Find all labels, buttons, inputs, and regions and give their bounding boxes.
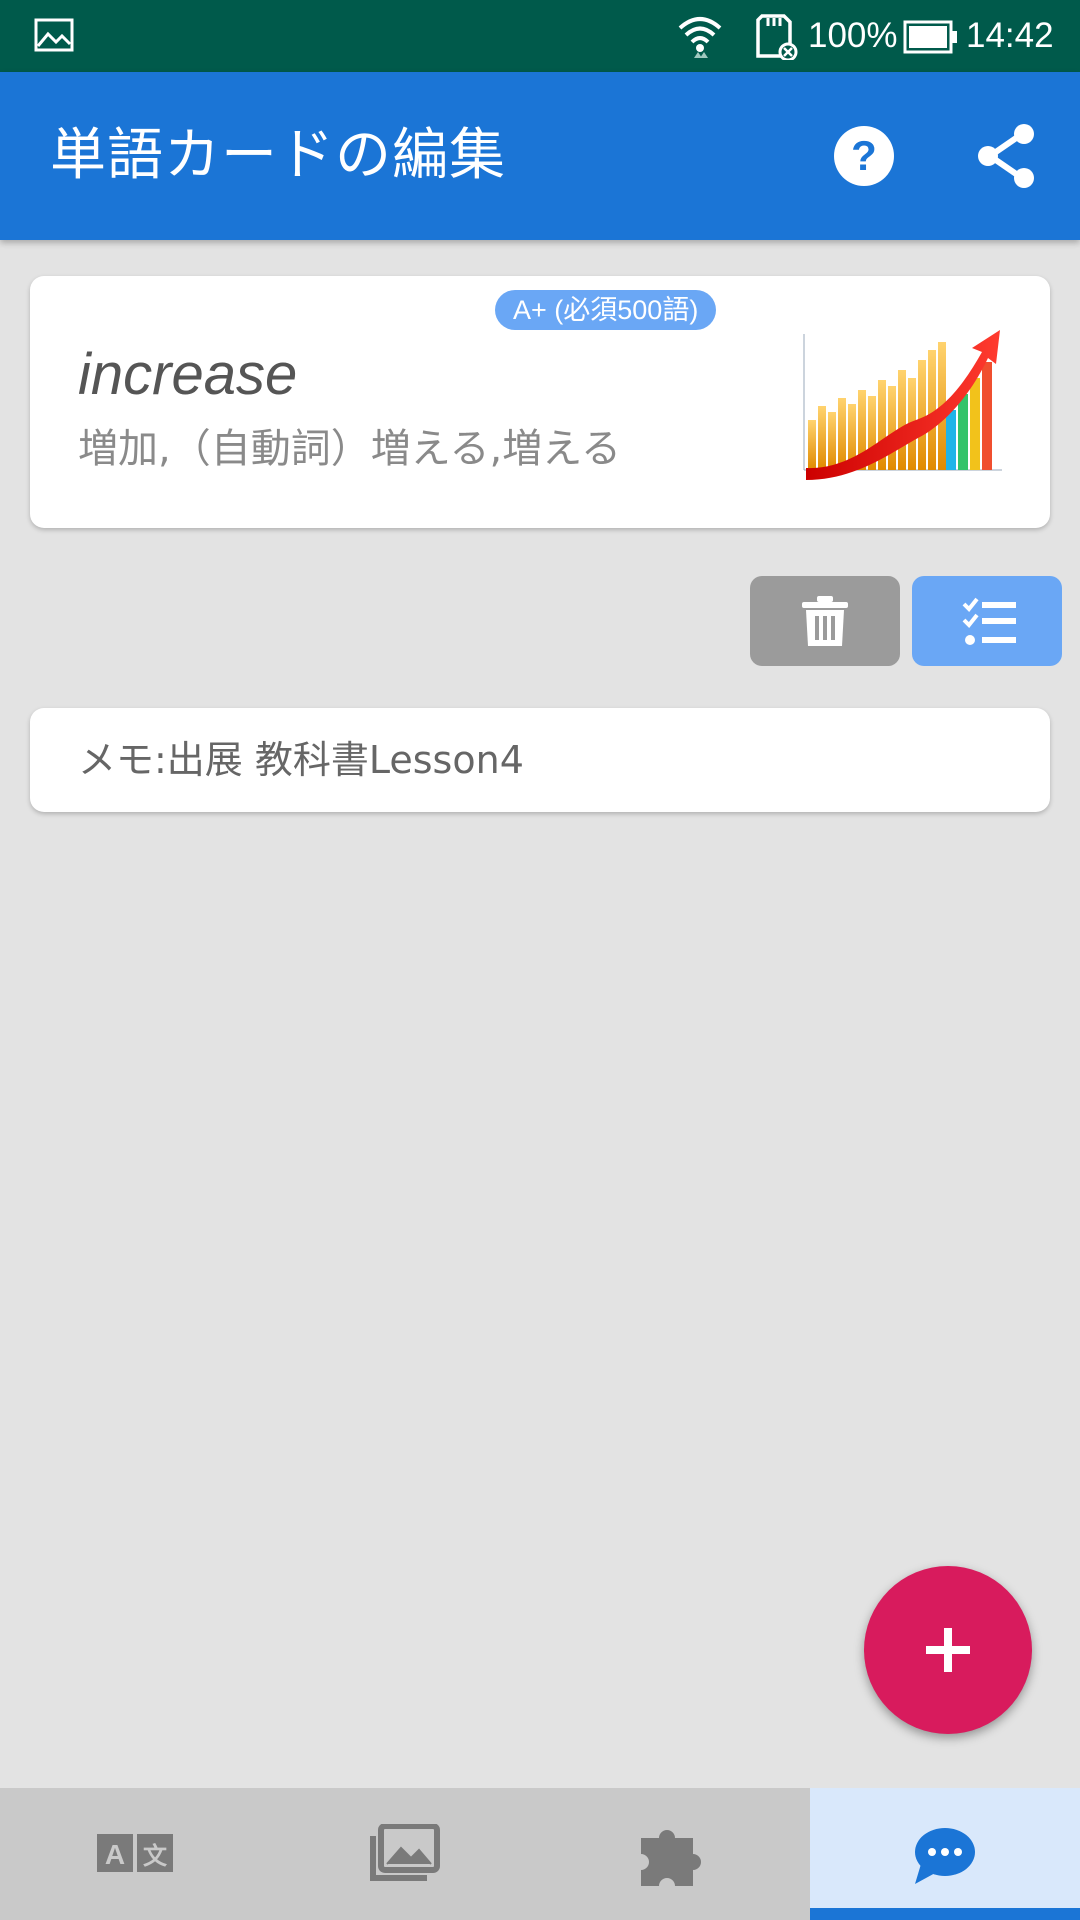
puzzle-icon bbox=[641, 1830, 701, 1886]
battery-icon bbox=[903, 20, 957, 54]
bottom-navigation: A 文 bbox=[0, 1788, 1080, 1920]
memo-text: メモ:出展 教科書Lesson4 bbox=[78, 738, 524, 782]
word-card[interactable]: A+ (必須500語) increase 増加,（自動詞）増える,増える bbox=[30, 276, 1050, 528]
app-bar: 単語カードの編集 ? bbox=[0, 72, 1080, 240]
level-badge: A+ (必須500語) bbox=[495, 290, 717, 330]
nav-item-puzzle[interactable] bbox=[540, 1788, 810, 1920]
translate-icon: A 文 bbox=[97, 1834, 173, 1872]
chat-icon bbox=[915, 1828, 975, 1884]
help-icon[interactable]: ? bbox=[830, 122, 898, 190]
clock: 14:42 bbox=[966, 16, 1054, 55]
sd-card-icon bbox=[756, 14, 798, 60]
photo-library-icon bbox=[370, 1824, 440, 1881]
svg-text:文: 文 bbox=[143, 1842, 168, 1870]
trash-icon bbox=[802, 596, 848, 646]
status-bar: 100% 14:42 bbox=[0, 0, 1080, 72]
share-icon[interactable] bbox=[976, 122, 1040, 190]
battery-percent: 100% bbox=[808, 16, 898, 55]
svg-text:?: ? bbox=[851, 132, 877, 179]
word-english: increase bbox=[78, 342, 298, 407]
nav-item-images[interactable] bbox=[270, 1788, 540, 1920]
word-meaning: 増加,（自動詞）増える,増える bbox=[78, 426, 622, 472]
svg-text:A: A bbox=[105, 1839, 125, 1870]
plus-icon bbox=[926, 1628, 970, 1672]
delete-button[interactable] bbox=[750, 576, 900, 666]
page-title: 単語カードの編集 bbox=[50, 123, 506, 188]
wifi-icon bbox=[678, 17, 722, 58]
gallery-icon bbox=[34, 18, 74, 52]
checklist-button[interactable] bbox=[912, 576, 1062, 666]
add-button[interactable] bbox=[864, 1566, 1032, 1734]
growth-chart-image bbox=[803, 330, 1002, 480]
nav-item-translate[interactable]: A 文 bbox=[0, 1788, 270, 1920]
nav-item-chat[interactable] bbox=[810, 1788, 1080, 1920]
memo-card[interactable]: メモ:出展 教科書Lesson4 bbox=[30, 708, 1050, 812]
checklist-icon bbox=[962, 597, 1016, 645]
